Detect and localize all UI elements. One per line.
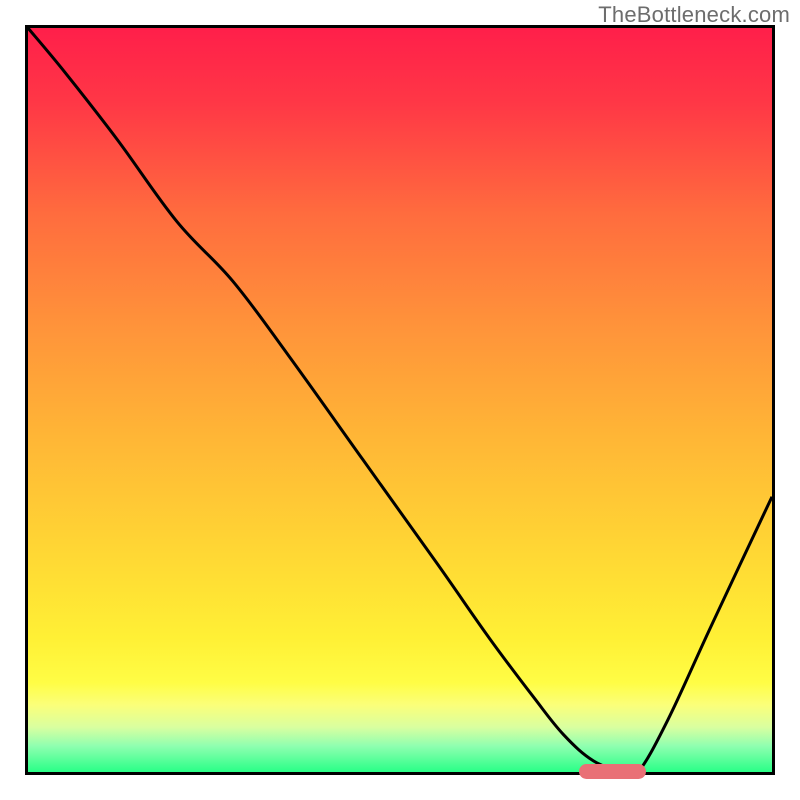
curve-line	[28, 28, 772, 772]
minimum-marker	[579, 764, 646, 779]
chart-container: TheBottleneck.com	[0, 0, 800, 800]
plot-border	[25, 25, 775, 775]
